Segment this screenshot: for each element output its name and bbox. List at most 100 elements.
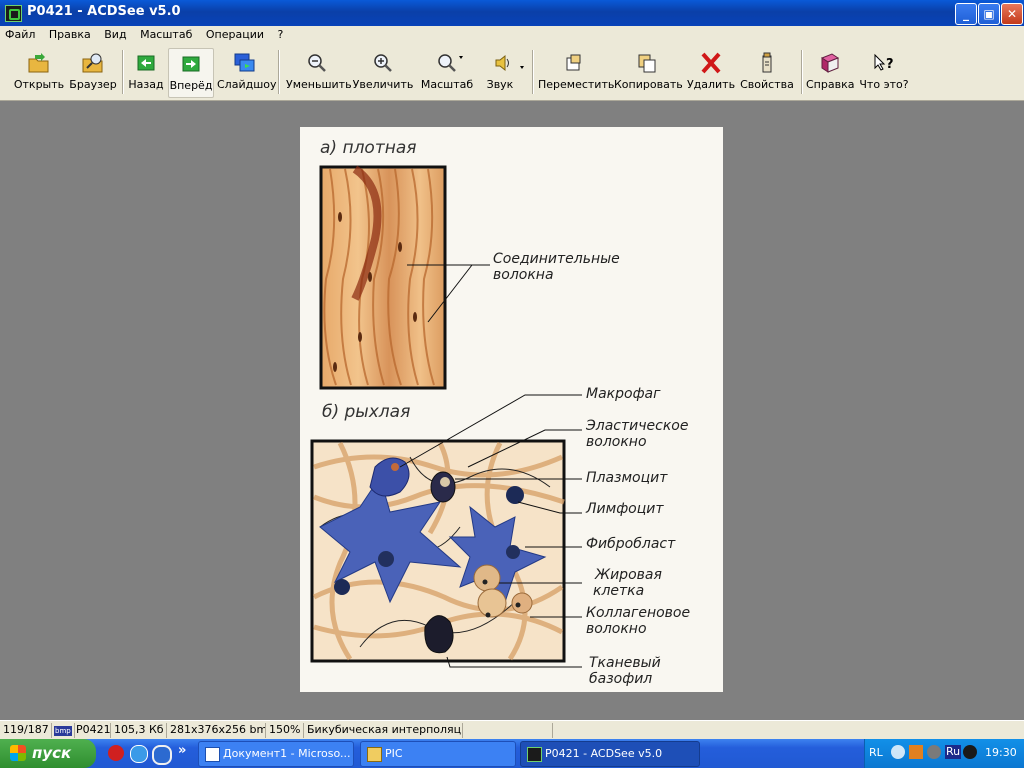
delete-button[interactable]: Удалить [686,48,736,96]
label-plasmocyte: Плазмоцит [586,470,668,486]
whats-this-icon: ? [872,52,896,74]
zoom-label: Масштаб [420,78,474,91]
menu-zoom[interactable]: Масштаб [135,26,197,41]
label-lymphocyte: Лимфоцит [585,501,664,517]
tray-back-arrow-icon[interactable] [891,745,905,759]
properties-icon [755,52,779,74]
back-label: Назад [128,78,164,91]
lymphocyte-cell [506,486,524,504]
move-button[interactable]: Переместить [538,48,614,96]
tray-app-icon[interactable] [909,745,923,759]
label-tissue-basophil: Тканевый [589,655,661,671]
properties-button[interactable]: Свойства [740,48,794,96]
section-b-title: б) рыхлая [322,402,410,422]
tray-antivirus-icon[interactable] [963,745,977,759]
taskbar: пуск » Документ1 - Microso... PIC P0421 … [0,739,1024,768]
status-filename: P0421 [73,723,111,738]
quicklaunch-internet-explorer-icon[interactable] [130,745,148,763]
back-button[interactable]: Назад [127,48,165,96]
quicklaunch-more-chevron-icon[interactable]: » [178,743,186,758]
bmp-file-icon-label: bmp [54,726,72,736]
start-label: пуск [32,744,72,762]
status-dimensions: 281x376x256 bmp [167,723,266,738]
windows-logo-icon [10,745,26,761]
toolbar-separator [278,50,280,94]
status-zoom: 150% [266,723,304,738]
zoom-out-icon [305,52,329,74]
acdsee-app-icon[interactable] [5,5,22,22]
fibroblast-nucleus [506,545,520,559]
label-tissue-basophil-2: базофил [589,671,652,687]
forward-label: Вперёд [169,79,213,92]
forward-button[interactable]: Вперёд [168,48,214,98]
toolbar-separator [532,50,534,94]
macrophage-nucleus [391,463,399,471]
help-button[interactable]: Справка [806,48,854,96]
menu-file[interactable]: Файл [0,26,40,41]
tray-clock[interactable]: 19:30 [985,746,1017,759]
folder-icon [367,747,382,762]
status-filesize: 105,3 Кб [111,723,167,738]
label-collagen-fiber-2: волокно [586,621,647,637]
zoom-out-button[interactable]: Уменьшить [286,48,352,96]
zoom-dropdown-button[interactable]: Масштаб [420,48,474,96]
label-fibroblast: Фибробласт [586,536,676,552]
open-button[interactable]: Открыть [12,48,66,96]
tray-speaker-icon[interactable] [927,745,941,759]
menu-help[interactable]: ? [273,26,289,41]
status-image-index: 119/187 [0,723,52,738]
menu-bar: Файл Правка Вид Масштаб Операции ? [0,26,1024,44]
window-title: P0421 - ACDSee v5.0 [27,4,181,19]
tray-ru-language-icon[interactable]: Ru [945,745,962,759]
fat-cell-nucleus [485,612,491,618]
label-macrophage: Макрофаг [586,386,661,402]
task-label-acdsee: P0421 - ACDSee v5.0 [545,747,663,760]
zoom-in-button[interactable]: Увеличить [352,48,414,96]
task-label-pic: PIC [385,747,403,760]
task-button-word[interactable]: Документ1 - Microso... [198,741,354,767]
whats-this-label: Что это? [859,78,909,91]
delete-label: Удалить [686,78,736,91]
fat-cell-nucleus [482,579,488,585]
help-label: Справка [806,78,855,91]
label-connective-fibers: Соединительные [493,251,620,267]
word-doc-icon [205,747,220,762]
browser-label: Браузер [69,78,117,91]
quicklaunch-opera-icon[interactable] [108,745,124,761]
language-indicator[interactable]: RL [869,746,883,759]
fibroblast-nucleus [378,551,394,567]
sound-button[interactable]: Звук [482,48,526,96]
fat-cell [511,592,533,614]
forward-arrow-icon [179,53,203,75]
displayed-image[interactable]: а) плотная Соединительные волокна б) рых… [300,127,723,692]
toolbar: Открыть Браузер Назад Вперёд Слайдшоу Ум… [0,44,1024,101]
delete-x-icon [699,52,723,74]
menu-operations[interactable]: Операции [201,26,269,41]
copy-button[interactable]: Копировать [614,48,683,96]
slideshow-button[interactable]: Слайдшоу [217,48,277,96]
zoom-in-label: Увеличить [352,78,414,91]
task-button-acdsee[interactable]: P0421 - ACDSee v5.0 [520,741,700,767]
tissue-basophil-cell [424,615,454,654]
plasmocyte-cell [430,471,456,503]
speaker-icon [492,52,524,74]
label-elastic-fiber: Эластическое [585,418,688,434]
menu-edit[interactable]: Правка [44,26,96,41]
copy-label: Копировать [614,78,683,91]
close-button[interactable]: ✕ [1001,3,1023,25]
open-folder-icon [27,52,51,74]
quicklaunch-media-player-icon[interactable] [152,745,172,765]
whats-this-button[interactable]: ? Что это? [858,48,910,96]
section-a-title: а) плотная [320,138,417,158]
minimize-button[interactable]: _ [955,3,977,25]
menu-view[interactable]: Вид [99,26,131,41]
label-fat-cell: Жировая [594,567,662,583]
start-button[interactable]: пуск [0,739,96,768]
maximize-button[interactable]: ▣ [978,3,1000,25]
plasmocyte-nucleus [440,477,450,487]
task-button-folder-pic[interactable]: PIC [360,741,516,767]
browser-button[interactable]: Браузер [68,48,118,96]
fat-cell [477,588,507,618]
browser-icon [81,52,105,74]
sound-label: Звук [486,78,514,91]
